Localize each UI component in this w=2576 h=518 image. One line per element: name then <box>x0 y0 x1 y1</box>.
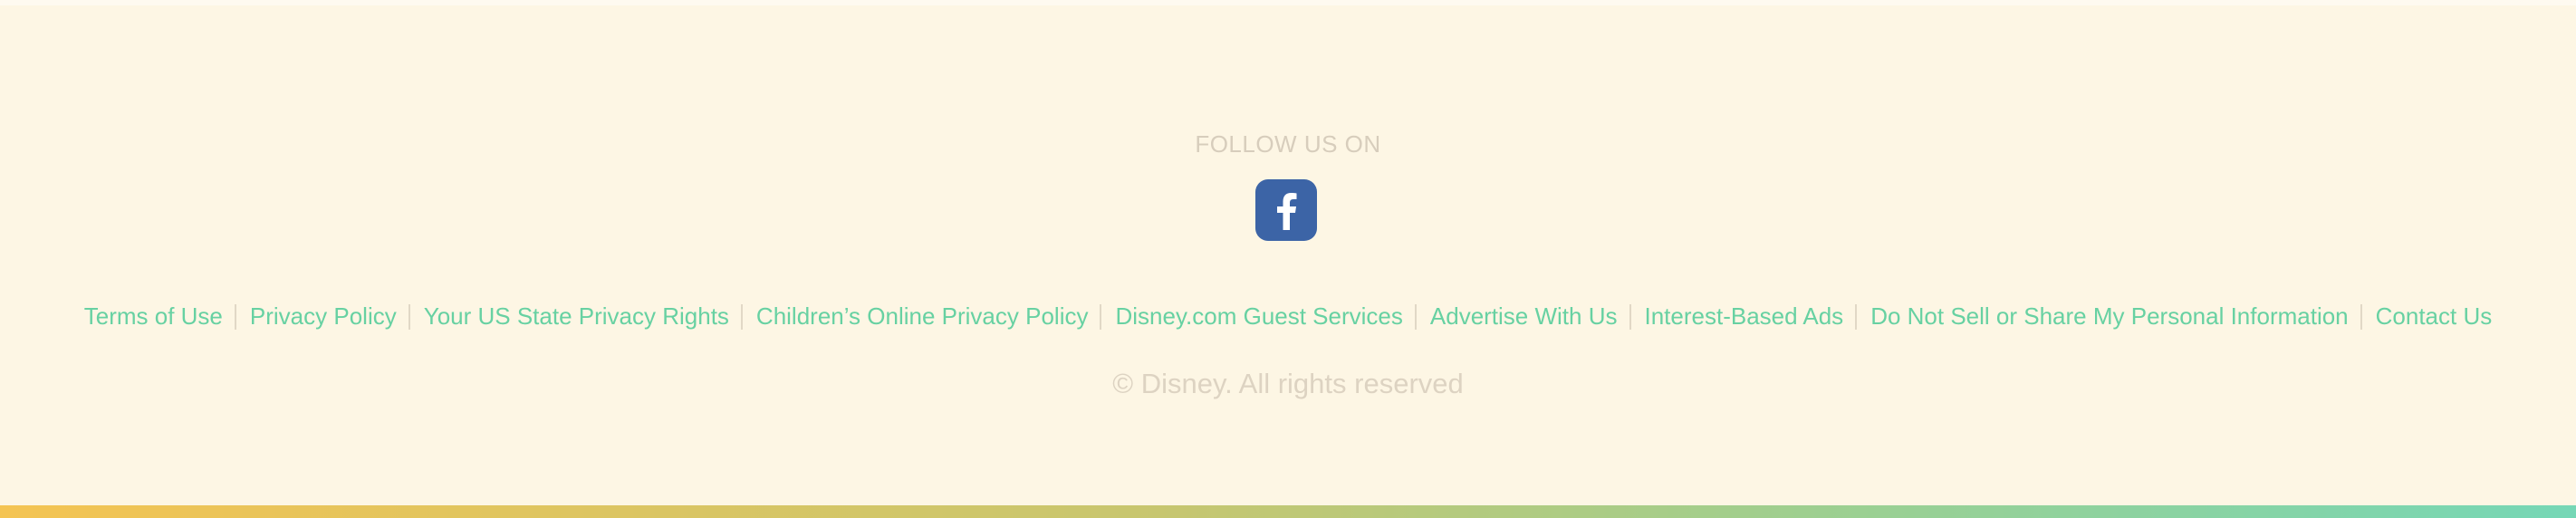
facebook-icon <box>1277 193 1297 230</box>
us-state-privacy-rights-link[interactable]: Your US State Privacy Rights <box>424 302 729 331</box>
contact-us-link[interactable]: Contact Us <box>2376 302 2493 331</box>
bottom-gradient-bar <box>0 505 2576 518</box>
privacy-policy-link[interactable]: Privacy Policy <box>250 302 397 331</box>
link-separator <box>1414 303 1417 330</box>
advertise-link[interactable]: Advertise With Us <box>1430 302 1618 331</box>
facebook-button[interactable] <box>1255 179 1317 241</box>
childrens-privacy-policy-link[interactable]: Children’s Online Privacy Policy <box>756 302 1089 331</box>
link-separator <box>234 303 236 330</box>
site-footer: FOLLOW US ON Terms of Use Privacy Policy… <box>0 0 2576 505</box>
copyright-notice: © Disney. All rights reserved <box>1112 368 1464 399</box>
terms-of-use-link[interactable]: Terms of Use <box>84 302 223 331</box>
link-separator <box>740 303 743 330</box>
guest-services-link[interactable]: Disney.com Guest Services <box>1115 302 1402 331</box>
link-separator <box>2360 303 2362 330</box>
do-not-sell-link[interactable]: Do Not Sell or Share My Personal Informa… <box>1870 302 2348 331</box>
link-separator <box>408 303 410 330</box>
interest-based-ads-link[interactable]: Interest-Based Ads <box>1645 302 1844 331</box>
link-separator <box>1855 303 1858 330</box>
follow-us-label: FOLLOW US ON <box>1195 130 1381 158</box>
link-separator <box>1629 303 1631 330</box>
footer-links: Terms of Use Privacy Policy Your US Stat… <box>0 302 2576 331</box>
link-separator <box>1100 303 1102 330</box>
